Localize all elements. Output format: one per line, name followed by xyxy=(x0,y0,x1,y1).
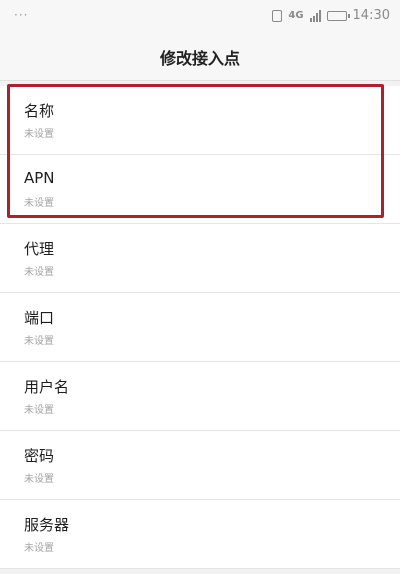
setting-value: 未设置 xyxy=(24,474,54,485)
setting-value: 未设置 xyxy=(24,405,54,416)
signal-icon xyxy=(309,9,321,22)
setting-label: 端口 xyxy=(24,309,55,327)
clock: 14:30 xyxy=(352,8,390,23)
setting-label: 用户名 xyxy=(24,378,70,396)
notification-dots: ··· xyxy=(14,8,29,22)
setting-item-server[interactable]: 服务器 未设置 xyxy=(0,500,400,569)
setting-value: 未设置 xyxy=(24,198,54,209)
page-title: 修改接入点 xyxy=(159,49,240,68)
setting-label: 代理 xyxy=(24,240,55,258)
setting-item-password[interactable]: 密码 未设置 xyxy=(0,431,400,500)
setting-label: APN xyxy=(24,169,55,187)
apn-settings-list: 名称 未设置 APN 未设置 代理 未设置 端口 未设置 用户名 未设置 密码 … xyxy=(0,86,400,569)
setting-value: 未设置 xyxy=(24,336,54,347)
setting-item-port[interactable]: 端口 未设置 xyxy=(0,293,400,362)
setting-label: 名称 xyxy=(24,102,55,120)
network-4g-icon: 4G xyxy=(288,9,304,21)
setting-value: 未设置 xyxy=(24,129,54,140)
setting-item-username[interactable]: 用户名 未设置 xyxy=(0,362,400,431)
setting-item-name[interactable]: 名称 未设置 xyxy=(0,86,400,155)
status-icons: 4G 14:30 xyxy=(272,8,390,23)
setting-label: 服务器 xyxy=(24,516,70,534)
app-bar: 修改接入点 xyxy=(0,34,400,81)
setting-label: 密码 xyxy=(24,447,55,465)
status-bar: ··· 4G 14:30 xyxy=(0,0,400,34)
vibrate-icon xyxy=(272,9,283,22)
setting-item-apn[interactable]: APN 未设置 xyxy=(0,155,400,224)
battery-icon xyxy=(326,10,350,21)
setting-value: 未设置 xyxy=(24,543,54,554)
setting-item-proxy[interactable]: 代理 未设置 xyxy=(0,224,400,293)
setting-value: 未设置 xyxy=(24,267,54,278)
